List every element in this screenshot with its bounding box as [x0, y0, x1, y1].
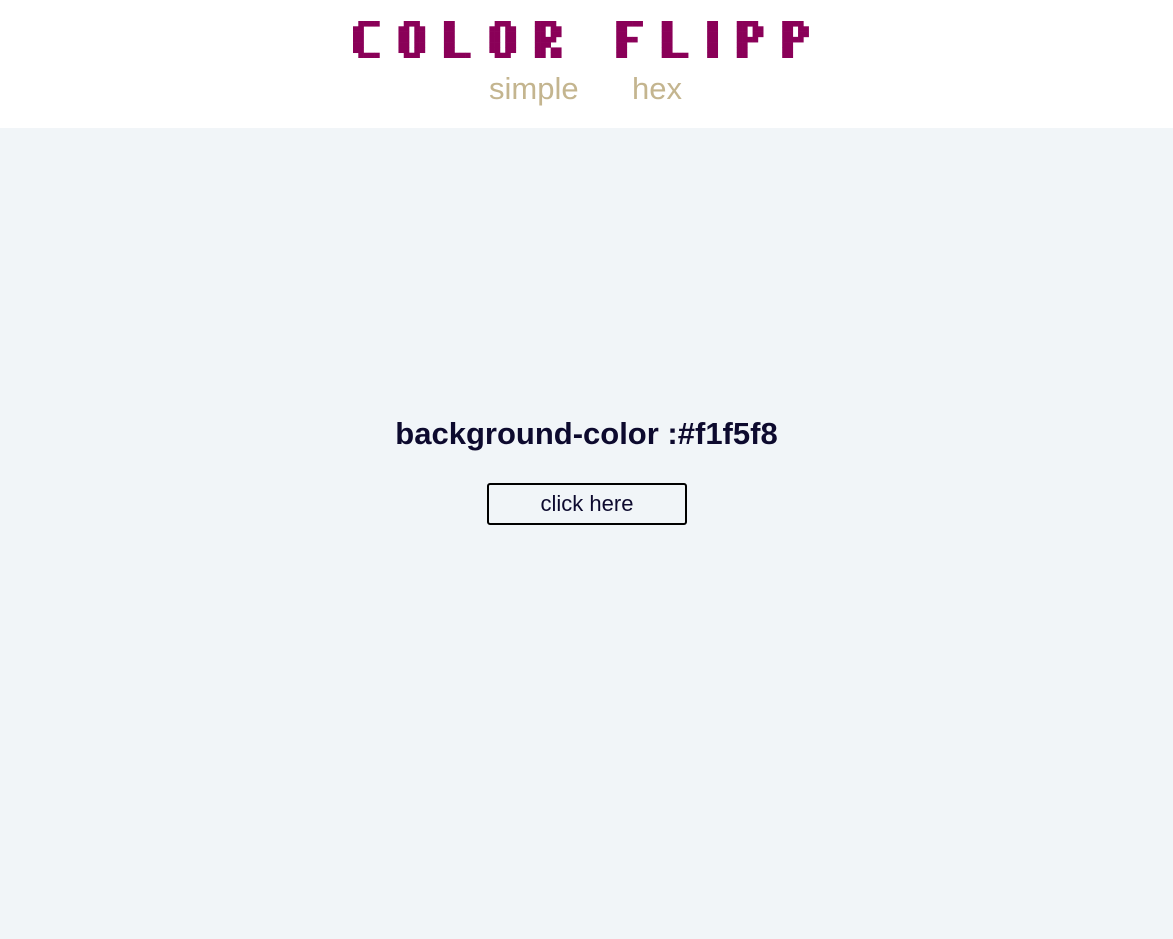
color-readout: background-color :#f1f5f8 [0, 416, 1173, 452]
logo-letter-o [489, 21, 517, 58]
color-value: #f1f5f8 [677, 416, 778, 451]
logo-letter-l [661, 21, 689, 58]
nav-link-hex[interactable]: hex [632, 71, 682, 107]
logo-letter-i [707, 21, 719, 58]
color-label: background-color : [395, 416, 678, 451]
nav-link-simple[interactable]: simple [489, 71, 579, 107]
flip-color-button[interactable]: click here [487, 483, 687, 525]
logo-letter-p [782, 21, 809, 58]
site-header: simple hex [0, 0, 1173, 128]
logo-letter-r [534, 21, 562, 58]
logo-letter-l [443, 21, 471, 58]
logo-letter-o [398, 21, 426, 58]
color-stage: background-color :#f1f5f8 click here [0, 128, 1173, 939]
logo-letter-p [736, 21, 764, 58]
logo-letter-c [353, 21, 380, 58]
logo-color-flipper [353, 21, 809, 58]
logo-letter-f [616, 21, 643, 58]
main-nav: simple hex [0, 71, 1173, 111]
